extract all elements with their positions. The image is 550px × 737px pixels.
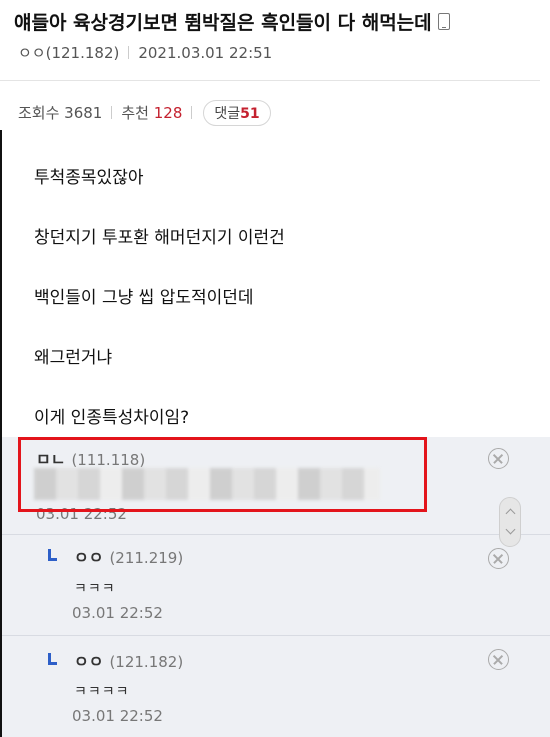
comment-author-name: ㅇㅇ (74, 652, 104, 671)
comment-ip: (121.182) (109, 653, 184, 671)
post-datetime: 2021.03.01 22:51 (138, 44, 273, 62)
body-line: 백인들이 그냥 씹 압도적이던데 (34, 288, 254, 308)
divider (128, 46, 130, 59)
comment-count: 51 (240, 106, 260, 122)
body-line: 왜그런거냐 (34, 348, 113, 368)
mobile-icon (437, 13, 450, 30)
post-meta: ㅇㅇ(121.182) 2021.03.01 22:51 (18, 42, 272, 63)
body-line: 창던지기 투포환 해머던지기 이런건 (34, 228, 285, 248)
header-divider (0, 80, 540, 81)
post-body: 투척종목있잖아 창던지기 투포환 해머던지기 이런건 백인들이 그냥 씹 압도적… (0, 130, 550, 437)
recommend-count: 128 (153, 104, 183, 122)
reply-item: ㅇㅇ (211.219) ㅋㅋㅋ 03.01 22:52 (2, 534, 550, 636)
body-line: 이게 인종특성차이임? (34, 408, 190, 428)
post-stats: 조회수 3681 추천 128 댓글51 (18, 100, 271, 126)
divider (111, 106, 113, 119)
comment-text: ㅋㅋㅋㅋ (74, 684, 130, 700)
post-title: 얘들아 육상경기보면 뜀박질은 흑인들이 다 해먹는데 (14, 8, 450, 35)
comment-list: ㅁㄴ (111.118) 03.01 22:52 ㅇㅇ (211.219) ㅋㅋㅋ … (0, 437, 550, 737)
post-title-text: 얘들아 육상경기보면 뜀박질은 흑인들이 다 해먹는데 (14, 12, 432, 34)
comment-count-button[interactable]: 댓글51 (203, 100, 271, 126)
reply-arrow-icon (48, 549, 57, 561)
comment-item: ㅁㄴ (111.118) 03.01 22:52 (2, 437, 550, 547)
post-author[interactable]: ㅇㅇ(121.182) (18, 44, 119, 62)
comment-date: 03.01 22:52 (72, 707, 163, 725)
recommend-label: 추천 (121, 104, 149, 122)
comment-label: 댓글 (214, 106, 241, 122)
reply-item: ㅇㅇ (121.182) ㅋㅋㅋㅋ 03.01 22:52 (2, 635, 550, 737)
comment-ip: (211.219) (109, 549, 184, 567)
divider (191, 106, 193, 119)
comment-author-name: ㅇㅇ (74, 548, 104, 567)
reply-arrow-icon (48, 653, 57, 665)
comment-author[interactable]: ㅇㅇ (121.182) (74, 648, 183, 672)
post-header: 얘들아 육상경기보면 뜀박질은 흑인들이 다 해먹는데 ㅇㅇ(121.182) 2… (0, 0, 550, 130)
close-icon[interactable] (488, 548, 509, 569)
comment-text: ㅋㅋㅋ (74, 581, 116, 597)
highlight-box (18, 437, 427, 512)
comment-author[interactable]: ㅇㅇ (211.219) (74, 544, 183, 568)
body-line: 투척종목있잖아 (34, 168, 144, 188)
view-count: 조회수 3681 (18, 104, 103, 122)
comment-date: 03.01 22:52 (72, 604, 163, 622)
close-icon[interactable] (488, 649, 509, 670)
close-icon[interactable] (488, 448, 509, 469)
